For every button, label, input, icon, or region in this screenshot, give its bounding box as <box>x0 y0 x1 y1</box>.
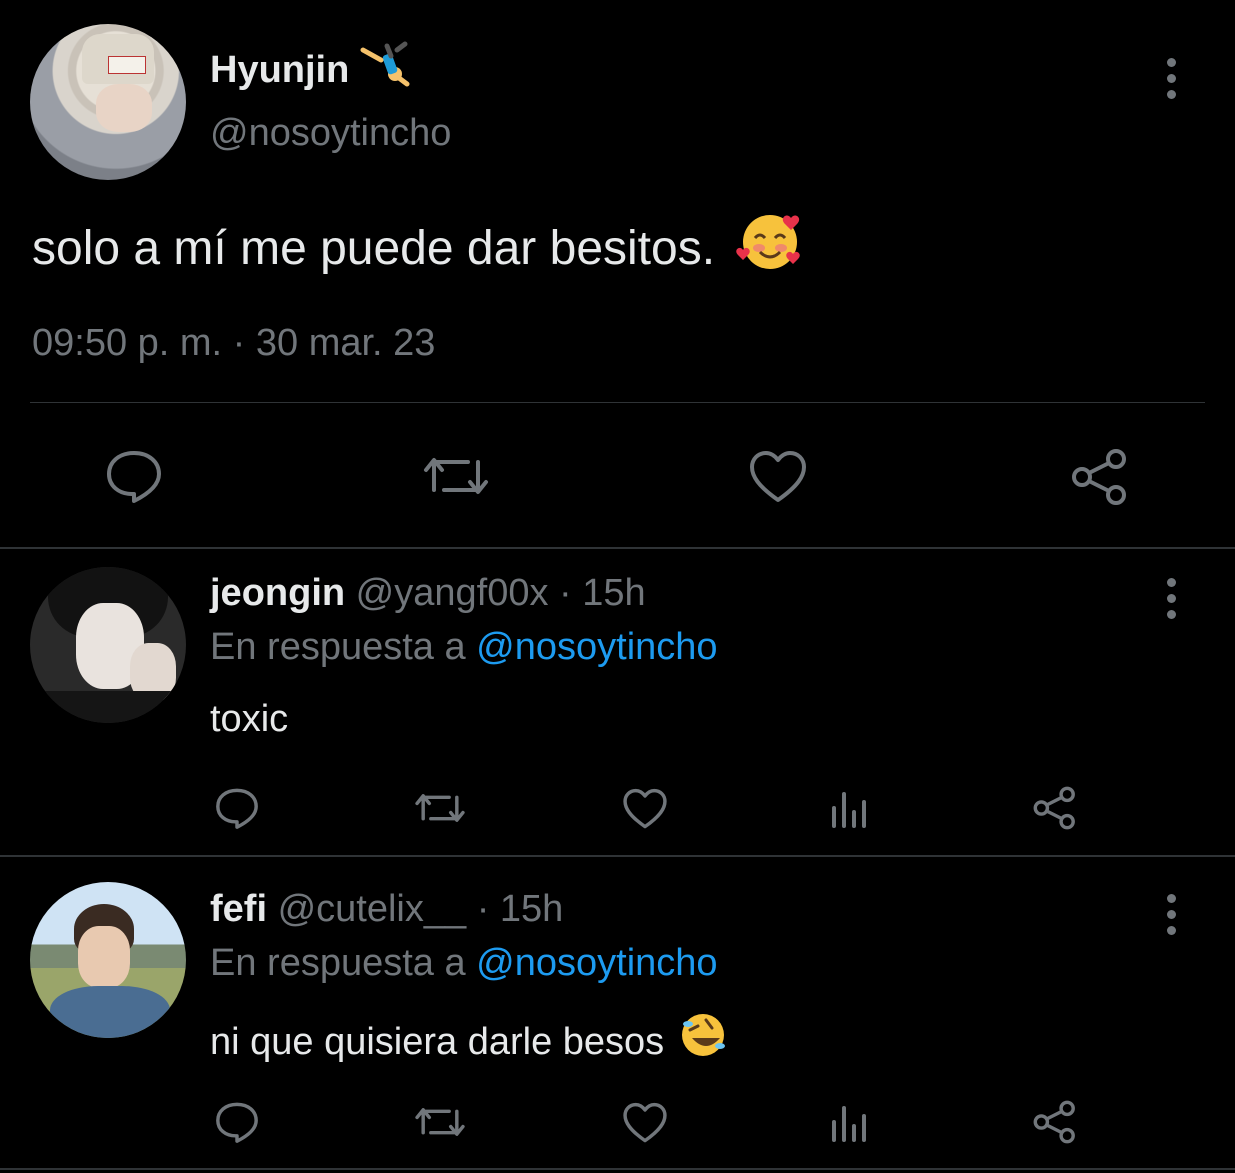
handle[interactable]: @nosoytincho <box>210 110 451 156</box>
smiling-face-with-hearts-icon <box>735 210 805 288</box>
handle[interactable]: @cutelix__ <box>278 888 467 930</box>
reply-prefix: En respuesta a <box>210 942 466 984</box>
share-icon[interactable] <box>1032 1100 1078 1144</box>
avatar[interactable] <box>30 24 186 180</box>
share-icon[interactable] <box>1032 786 1078 830</box>
divider <box>0 547 1235 549</box>
avatar[interactable] <box>30 882 186 1038</box>
like-icon[interactable] <box>622 788 668 830</box>
reply-text: toxic <box>210 698 289 740</box>
display-name[interactable]: jeongin <box>210 572 345 614</box>
views-icon[interactable] <box>830 1104 870 1144</box>
reply-to-link[interactable]: @nosoytincho <box>476 942 717 984</box>
divider <box>0 855 1235 857</box>
like-icon[interactable] <box>748 450 808 504</box>
rolling-on-the-floor-laughing-icon <box>678 1010 728 1073</box>
reply-icon[interactable] <box>104 448 164 504</box>
reply-prefix: En respuesta a <box>210 626 466 668</box>
reply-text: ni que quisiera darle besos <box>210 1020 665 1063</box>
like-icon[interactable] <box>622 1102 668 1144</box>
more-options-icon[interactable] <box>1164 894 1178 935</box>
time[interactable]: · 15h <box>477 888 564 930</box>
reply-to-link[interactable]: @nosoytincho <box>476 626 717 668</box>
handle[interactable]: @yangf00x <box>356 572 549 614</box>
divider <box>30 402 1205 403</box>
timestamp[interactable]: 09:50 p. m. · 30 mar. 23 <box>32 320 435 366</box>
views-icon[interactable] <box>830 790 870 830</box>
tweet-text: solo a mí me puede dar besitos. <box>32 222 716 275</box>
more-options-icon[interactable] <box>1164 578 1178 619</box>
display-name[interactable]: fefi <box>210 888 267 930</box>
retweet-icon[interactable] <box>422 450 490 502</box>
divider <box>0 1168 1235 1170</box>
share-icon[interactable] <box>1070 448 1130 506</box>
person-cartwheeling-icon <box>357 40 413 99</box>
display-name[interactable]: Hyunjin <box>210 47 349 93</box>
time[interactable]: · 15h <box>559 572 646 614</box>
more-options-icon[interactable] <box>1164 58 1178 99</box>
avatar[interactable] <box>30 567 186 723</box>
reply-icon[interactable] <box>214 1100 260 1144</box>
retweet-icon[interactable] <box>414 1102 466 1142</box>
reply-icon[interactable] <box>214 786 260 830</box>
retweet-icon[interactable] <box>414 788 466 828</box>
